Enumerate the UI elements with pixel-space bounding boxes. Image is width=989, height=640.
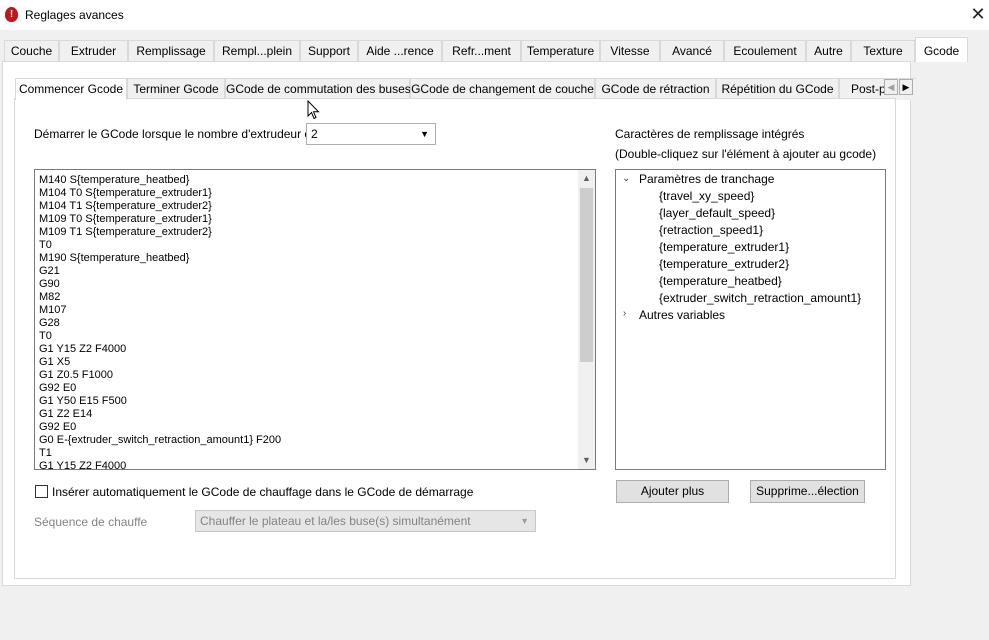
gcode-line: G1 Y15 Z2 F4000	[39, 343, 127, 355]
gcode-subtab-bar: Commencer Gcode Terminer Gcode GCode de …	[15, 78, 916, 100]
subtab-scroller: ◀ ▶	[884, 79, 914, 95]
heat-sequence-label: Séquence de chauffe	[34, 515, 148, 529]
gcode-line: M107	[39, 304, 67, 316]
tree-group-slicing-params[interactable]: Paramètres de tranchage	[639, 171, 774, 188]
gcode-line: T0	[39, 239, 52, 251]
app-logo-icon: !	[5, 7, 18, 22]
tree-item[interactable]: {temperature_extruder2}	[659, 256, 789, 273]
subtab-retraction-gcode[interactable]: GCode de rétraction	[595, 78, 716, 100]
title-bar: ! Reglages avances ✕	[0, 0, 989, 30]
placeholders-header: Caractères de remplissage intégrés	[615, 127, 805, 141]
gcode-line: G92 E0	[39, 421, 77, 433]
tab-gcode[interactable]: Gcode	[915, 37, 968, 62]
tab-extruder[interactable]: Extruder	[59, 40, 128, 62]
gcode-line: G21	[39, 265, 60, 277]
gcode-line: M109 T0 S{temperature_extruder1}	[39, 213, 212, 225]
gcode-line: G1 Z2 E14	[39, 408, 93, 420]
gcode-line: G1 Z0.5 F1000	[39, 369, 113, 381]
gcode-line: G1 Y15 Z2 F4000	[39, 460, 127, 470]
heat-sequence-value: Chauffer le plateau et la/les buse(s) si…	[200, 514, 471, 528]
tree-group-other-variables[interactable]: Autres variables	[639, 307, 725, 324]
chevron-right-icon[interactable]: ›	[623, 308, 626, 319]
extruder-count-label: Démarrer le GCode lorsque le nombre d'ex…	[34, 127, 321, 141]
start-gcode-editor[interactable]: M140 S{temperature_heatbed} M104 T0 S{te…	[34, 169, 596, 470]
auto-insert-heat-gcode-label: Insérer automatiquement le GCode de chau…	[52, 485, 474, 499]
subtab-repeat-gcode[interactable]: Répétition du GCode	[716, 78, 839, 100]
tab-vitesse[interactable]: Vitesse	[600, 40, 660, 62]
gcode-line: G1 X5	[39, 356, 71, 368]
auto-insert-heat-gcode-checkbox[interactable]	[35, 485, 48, 498]
tree-item[interactable]: {layer_default_speed}	[659, 205, 775, 222]
subtab-end-gcode[interactable]: Terminer Gcode	[127, 78, 225, 100]
chevron-left-icon[interactable]: ◀	[884, 79, 898, 95]
tab-aide-reference[interactable]: Aide ...rence	[358, 40, 442, 62]
gcode-line: G28	[39, 317, 60, 329]
gcode-line: M104 T1 S{temperature_extruder2}	[39, 200, 212, 212]
gcode-line: G0 E-{extruder_switch_retraction_amount1…	[39, 434, 282, 446]
gcode-line: G1 Y50 E15 F500	[39, 395, 127, 407]
tree-item[interactable]: {retraction_speed1}	[659, 222, 763, 239]
gcode-line: M109 T1 S{temperature_extruder2}	[39, 226, 212, 238]
subtab-start-gcode[interactable]: Commencer Gcode	[15, 78, 127, 100]
tab-refroidissement[interactable]: Refr...ment	[442, 40, 521, 62]
tree-item[interactable]: {temperature_extruder1}	[659, 239, 789, 256]
extruder-count-select[interactable]: 2 ▼	[306, 123, 436, 145]
subtab-layer-change-gcode[interactable]: GCode de changement de couche	[410, 78, 595, 100]
gcode-lines: M140 S{temperature_heatbed} M104 T0 S{te…	[39, 174, 579, 470]
chevron-down-icon: ▼	[420, 129, 429, 139]
gcode-line: T0	[39, 330, 52, 342]
chevron-down-icon[interactable]: ▼	[578, 452, 595, 469]
add-more-button[interactable]: Ajouter plus	[616, 480, 729, 503]
chevron-right-icon[interactable]: ▶	[899, 79, 913, 95]
placeholders-hint: (Double-cliquez sur l'élément à ajouter …	[615, 147, 877, 161]
scrollbar-thumb[interactable]	[580, 188, 593, 362]
subtab-nozzle-switch-gcode[interactable]: GCode de commutation des buses	[225, 78, 411, 100]
gcode-line: M190 S{temperature_heatbed}	[39, 252, 190, 264]
tab-couche[interactable]: Couche	[4, 40, 59, 62]
extruder-count-value: 2	[311, 127, 318, 141]
tab-support[interactable]: Support	[300, 40, 358, 62]
heat-sequence-select: Chauffer le plateau et la/les buse(s) si…	[195, 510, 536, 532]
tab-texture[interactable]: Texture	[851, 40, 915, 62]
tab-remplissage-plein[interactable]: Rempl...plein	[214, 40, 300, 62]
delete-selection-button[interactable]: Supprime...élection	[750, 480, 865, 503]
placeholder-tree[interactable]: ⌄ Paramètres de tranchage {travel_xy_spe…	[615, 169, 886, 470]
tab-ecoulement[interactable]: Ecoulement	[724, 40, 806, 62]
tab-avance[interactable]: Avancé	[660, 40, 724, 62]
gcode-line: G90	[39, 278, 60, 290]
close-button[interactable]: ✕	[967, 3, 989, 25]
tree-item[interactable]: {travel_xy_speed}	[659, 188, 754, 205]
tab-remplissage[interactable]: Remplissage	[128, 40, 214, 62]
gcode-scrollbar[interactable]: ▲ ▼	[578, 170, 595, 469]
chevron-up-icon[interactable]: ▲	[578, 170, 595, 187]
gcode-line: M104 T0 S{temperature_extruder1}	[39, 187, 212, 199]
gcode-line: M140 S{temperature_heatbed}	[39, 174, 190, 186]
chevron-down-icon[interactable]: ⌄	[622, 173, 630, 184]
chevron-down-icon: ▼	[520, 516, 529, 526]
tab-autre[interactable]: Autre	[806, 40, 851, 62]
tab-temperature[interactable]: Temperature	[521, 40, 600, 62]
tree-item[interactable]: {temperature_heatbed}	[659, 273, 782, 290]
window-title: Reglages avances	[25, 8, 124, 22]
gcode-line: M82	[39, 291, 61, 303]
gcode-line: G92 E0	[39, 382, 77, 394]
gcode-line: T1	[39, 447, 52, 459]
tree-item[interactable]: {extruder_switch_retraction_amount1}	[659, 290, 861, 307]
